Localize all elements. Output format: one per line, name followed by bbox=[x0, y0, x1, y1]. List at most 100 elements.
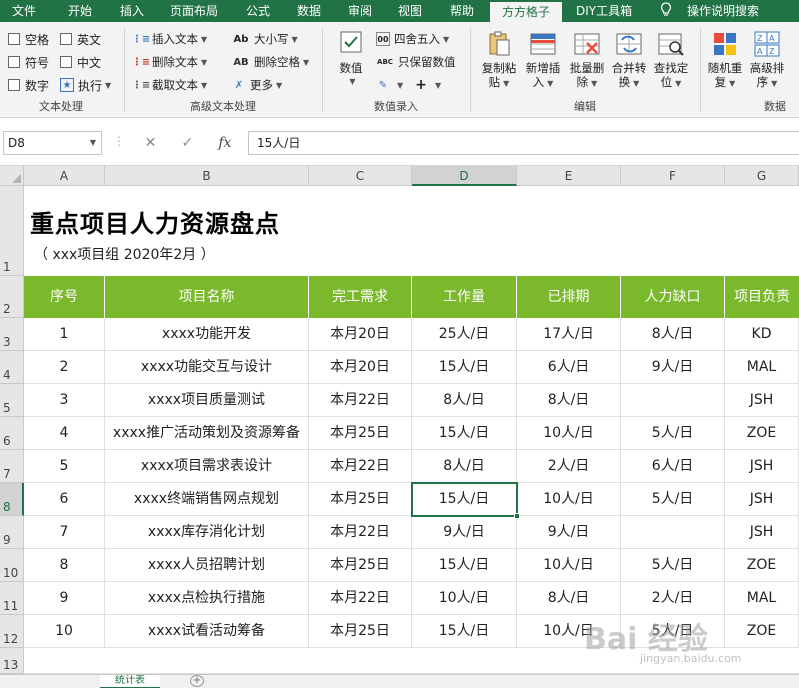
table-cell[interactable]: 5 bbox=[24, 450, 105, 483]
sheet-subtitle[interactable]: （ xxx项目组 2020年2月 ） bbox=[34, 244, 215, 264]
table-cell[interactable]: 本月25日 bbox=[309, 483, 412, 516]
table-cell[interactable]: JSH bbox=[725, 483, 799, 516]
checkbox-box[interactable] bbox=[60, 33, 72, 45]
checkbox-space[interactable]: 空格 bbox=[8, 30, 49, 48]
checkbox-box[interactable] bbox=[8, 56, 20, 68]
column-header-b[interactable]: B bbox=[105, 166, 309, 186]
copy-paste-button[interactable]: 复制粘贴 ▼ bbox=[478, 30, 520, 91]
header-cell[interactable]: 已排期 bbox=[517, 276, 621, 318]
header-cell[interactable]: 人力缺口 bbox=[621, 276, 725, 318]
delete-space-button[interactable]: AB 删除空格 ▼ bbox=[232, 53, 309, 71]
table-cell[interactable]: xxxx点检执行措施 bbox=[105, 582, 309, 615]
table-cell[interactable]: 本月22日 bbox=[309, 582, 412, 615]
table-cell[interactable]: 本月20日 bbox=[309, 351, 412, 384]
insert-function-icon[interactable]: fx bbox=[218, 135, 231, 151]
table-cell[interactable]: ZOE bbox=[725, 615, 799, 648]
table-cell[interactable]: xxxx库存消化计划 bbox=[105, 516, 309, 549]
checkbox-english[interactable]: 英文 bbox=[60, 30, 101, 48]
cancel-icon[interactable]: ✕ bbox=[145, 135, 157, 151]
column-header-f[interactable]: F bbox=[621, 166, 725, 186]
tab-view[interactable]: 视图 bbox=[398, 0, 422, 22]
checkbox-symbol[interactable]: 符号 bbox=[8, 53, 49, 71]
table-cell[interactable]: 1 bbox=[24, 318, 105, 351]
checkbox-box[interactable] bbox=[8, 79, 20, 91]
table-cell[interactable]: 9人/日 bbox=[412, 516, 517, 549]
header-cell[interactable]: 项目负责 bbox=[725, 276, 799, 318]
table-cell[interactable]: 6 bbox=[24, 483, 105, 516]
confirm-icon[interactable]: ✓ bbox=[181, 135, 193, 151]
tab-fangfang-gezi[interactable]: 方方格子 bbox=[490, 0, 562, 22]
table-cell[interactable]: 10人/日 bbox=[517, 483, 621, 516]
header-cell[interactable]: 项目名称 bbox=[105, 276, 309, 318]
table-cell[interactable]: 25人/日 bbox=[412, 318, 517, 351]
row-header-5[interactable]: 5 bbox=[0, 384, 24, 417]
row-header-13[interactable]: 13 bbox=[0, 648, 24, 674]
table-cell[interactable]: xxxx功能交互与设计 bbox=[105, 351, 309, 384]
more-button[interactable]: ✗ 更多 ▼ bbox=[232, 76, 282, 94]
table-cell[interactable]: 2 bbox=[24, 351, 105, 384]
header-cell[interactable]: 完工需求 bbox=[309, 276, 412, 318]
table-cell[interactable]: 10人/日 bbox=[517, 549, 621, 582]
checkbox-box[interactable] bbox=[60, 56, 72, 68]
row-header-7[interactable]: 7 bbox=[0, 450, 24, 483]
column-header-e[interactable]: E bbox=[517, 166, 621, 186]
table-cell[interactable]: xxxx项目质量测试 bbox=[105, 384, 309, 417]
table-cell[interactable]: 9人/日 bbox=[621, 351, 725, 384]
table-cell[interactable]: KD bbox=[725, 318, 799, 351]
edit-tool-button[interactable]: ✎ ▼ bbox=[376, 76, 403, 94]
row-header-1[interactable]: 1 bbox=[0, 186, 24, 276]
add-insert-button[interactable]: 新增插入 ▼ bbox=[522, 30, 564, 91]
fill-handle[interactable] bbox=[514, 513, 520, 519]
execute-button[interactable]: ★ 执行 ▼ bbox=[60, 76, 111, 94]
row-header-11[interactable]: 11 bbox=[0, 582, 24, 615]
table-cell[interactable]: 9 bbox=[24, 582, 105, 615]
table-cell[interactable]: 6人/日 bbox=[621, 450, 725, 483]
table-cell[interactable]: MAL bbox=[725, 582, 799, 615]
insert-text-button[interactable]: ⋮≡ 插入文本 ▼ bbox=[132, 30, 207, 48]
table-cell[interactable]: 本月22日 bbox=[309, 450, 412, 483]
row-header-2[interactable]: 2 bbox=[0, 276, 24, 318]
table-cell[interactable]: 2人/日 bbox=[621, 582, 725, 615]
table-cell[interactable]: xxxx功能开发 bbox=[105, 318, 309, 351]
table-cell[interactable]: 3 bbox=[24, 384, 105, 417]
table-cell[interactable]: 8 bbox=[24, 549, 105, 582]
table-cell[interactable]: 5人/日 bbox=[621, 549, 725, 582]
column-header-g[interactable]: G bbox=[725, 166, 799, 186]
table-cell[interactable]: xxxx项目需求表设计 bbox=[105, 450, 309, 483]
tab-diy-toolbox[interactable]: DIY工具箱 bbox=[576, 0, 632, 22]
sheet-tab-statistics[interactable]: 统计表 bbox=[100, 675, 160, 688]
table-cell[interactable]: 5人/日 bbox=[621, 417, 725, 450]
table-cell[interactable]: xxxx终端销售网点规划 bbox=[105, 483, 309, 516]
table-cell[interactable]: ZOE bbox=[725, 549, 799, 582]
checkbox-number[interactable]: 数字 bbox=[8, 76, 49, 94]
table-cell[interactable]: 本月25日 bbox=[309, 549, 412, 582]
header-cell[interactable]: 工作量 bbox=[412, 276, 517, 318]
advanced-sort-button[interactable]: ZAAZ 高级排序 ▼ bbox=[746, 30, 788, 91]
table-cell[interactable]: 15人/日 bbox=[412, 483, 517, 516]
row-header-8[interactable]: 8 bbox=[0, 483, 24, 516]
table-cell[interactable]: 9人/日 bbox=[517, 516, 621, 549]
formula-input[interactable]: 15人/日 bbox=[248, 131, 799, 155]
row-header-3[interactable]: 3 bbox=[0, 318, 24, 351]
table-cell[interactable]: 8人/日 bbox=[517, 582, 621, 615]
tab-data[interactable]: 数据 bbox=[297, 0, 321, 22]
table-cell[interactable]: 4 bbox=[24, 417, 105, 450]
table-cell[interactable]: 10人/日 bbox=[517, 417, 621, 450]
table-cell[interactable]: 10人/日 bbox=[412, 582, 517, 615]
case-button[interactable]: Ab 大小写 ▼ bbox=[232, 30, 298, 48]
row-header-9[interactable]: 9 bbox=[0, 516, 24, 549]
table-cell[interactable]: 5人/日 bbox=[621, 483, 725, 516]
table-cell[interactable]: 17人/日 bbox=[517, 318, 621, 351]
keep-value-button[interactable]: ABC 只保留数值 bbox=[376, 53, 455, 71]
splitter-dots-icon[interactable]: ⋮ bbox=[113, 134, 125, 148]
table-cell[interactable]: xxxx试看活动筹备 bbox=[105, 615, 309, 648]
row-header-12[interactable]: 12 bbox=[0, 615, 24, 648]
table-cell[interactable]: 本月25日 bbox=[309, 615, 412, 648]
checkbox-chinese[interactable]: 中文 bbox=[60, 53, 101, 71]
table-cell[interactable]: 7 bbox=[24, 516, 105, 549]
table-cell[interactable]: 2人/日 bbox=[517, 450, 621, 483]
table-cell[interactable]: 本月20日 bbox=[309, 318, 412, 351]
table-cell[interactable]: 本月22日 bbox=[309, 516, 412, 549]
extract-text-button[interactable]: ⋮≡ 截取文本 ▼ bbox=[132, 76, 207, 94]
checkbox-box[interactable] bbox=[8, 33, 20, 45]
